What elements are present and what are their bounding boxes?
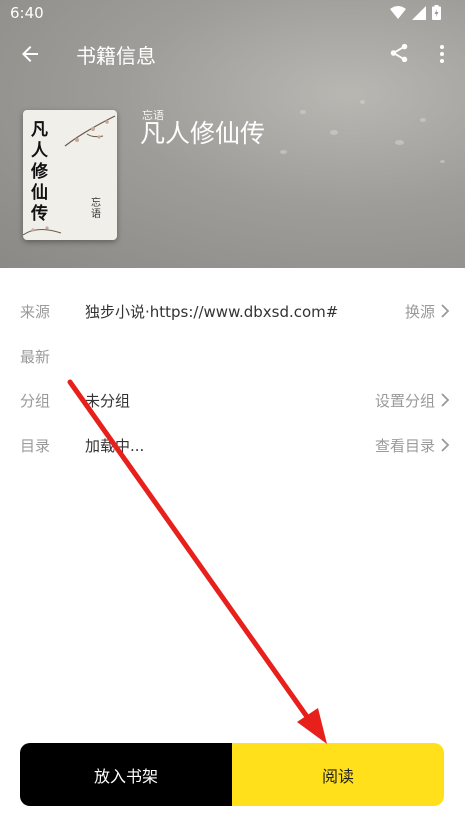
chevron-right-icon xyxy=(441,304,450,318)
latest-label: 最新 xyxy=(20,348,51,366)
decor-speck xyxy=(300,110,306,114)
decor-speck xyxy=(420,118,426,122)
read-button[interactable]: 阅读 xyxy=(232,743,444,806)
toc-label: 目录 xyxy=(20,437,51,455)
status-bar: 6:40 xyxy=(0,0,465,28)
cell-signal-icon xyxy=(412,5,426,20)
status-time: 6:40 xyxy=(10,4,44,22)
cover-author: 忘语 xyxy=(91,198,101,220)
set-group-button[interactable]: 设置分组 xyxy=(375,390,435,411)
chevron-right-icon xyxy=(441,393,450,407)
source-row[interactable]: 来源 独步小说·https://www.dbxsd.com# 换源 xyxy=(0,291,465,331)
book-name: 凡人修仙传 xyxy=(140,119,266,148)
source-label: 来源 xyxy=(20,303,51,321)
battery-icon xyxy=(432,5,441,20)
chevron-right-icon xyxy=(441,438,450,452)
toc-row[interactable]: 目录 加载中... 查看目录 xyxy=(0,425,465,465)
group-row[interactable]: 分组 未分组 设置分组 xyxy=(0,380,465,420)
share-icon[interactable] xyxy=(388,42,410,64)
view-toc-button[interactable]: 查看目录 xyxy=(375,435,435,456)
decor-speck xyxy=(440,160,445,163)
book-cover[interactable]: 凡人修仙传 忘语 xyxy=(23,110,117,240)
page-title: 书籍信息 xyxy=(76,44,156,68)
more-vert-icon[interactable] xyxy=(430,42,454,66)
decor-speck xyxy=(280,150,287,154)
annotation-arrow-head xyxy=(297,708,327,744)
cover-title: 凡人修仙传 xyxy=(31,120,48,224)
toc-value: 加载中... xyxy=(85,437,145,455)
plum-branch-decoration xyxy=(64,115,116,147)
source-value: 独步小说·https://www.dbxsd.com# xyxy=(85,303,339,321)
decor-speck xyxy=(360,100,365,104)
app-bar: 书籍信息 xyxy=(0,28,465,80)
decor-speck xyxy=(330,130,338,135)
change-source-button[interactable]: 换源 xyxy=(405,301,435,322)
status-icons xyxy=(390,5,441,20)
bottom-action-bar: 放入书架 阅读 xyxy=(20,743,444,806)
wifi-icon xyxy=(390,5,406,19)
add-to-shelf-button[interactable]: 放入书架 xyxy=(20,743,232,806)
latest-row: 最新 xyxy=(0,336,465,376)
group-label: 分组 xyxy=(20,392,51,410)
book-header: 6:40 书籍信息 凡人修仙传 忘语 忘语 凡人修仙传 xyxy=(0,0,465,268)
decor-speck xyxy=(395,140,404,145)
group-value: 未分组 xyxy=(85,392,131,410)
back-arrow-icon[interactable] xyxy=(18,42,42,66)
